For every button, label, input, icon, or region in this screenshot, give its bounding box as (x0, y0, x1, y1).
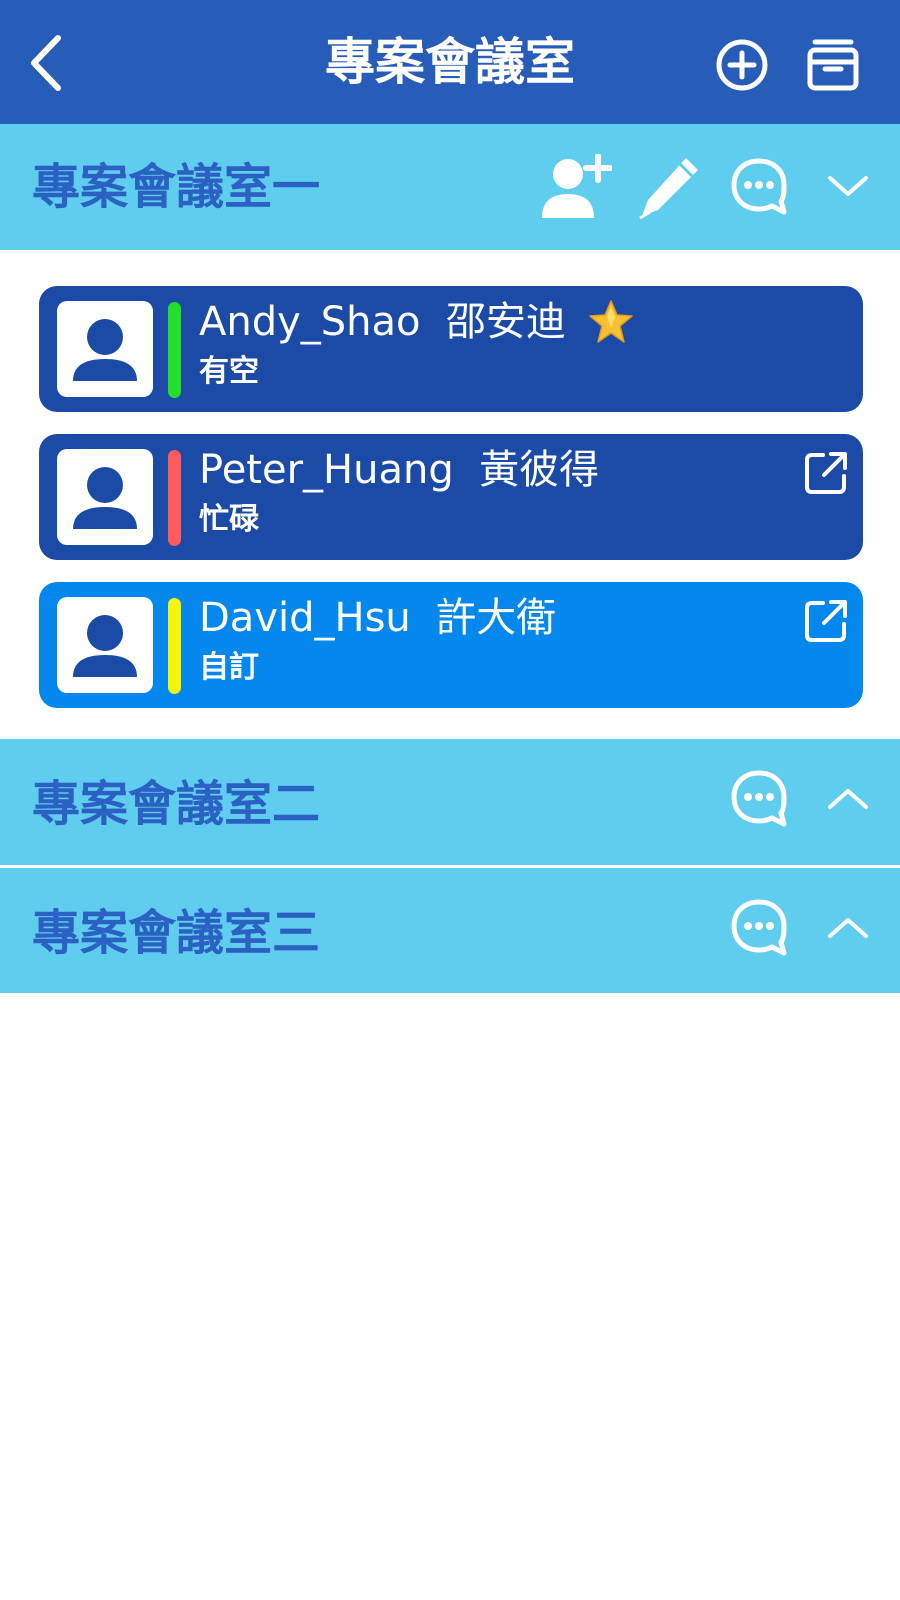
member-name: Andy_Shao 邵安迪 (199, 299, 566, 345)
room-group-header[interactable]: 專案會議室三 (0, 867, 900, 993)
external-link-icon[interactable] (803, 598, 849, 644)
star-icon (589, 300, 633, 343)
presence-bar (168, 598, 181, 694)
member-name: Peter_Huang 黃彼得 (199, 447, 600, 493)
room-title: 專案會議室一 (32, 159, 321, 215)
chat-bubble-icon[interactable] (730, 769, 788, 827)
person-icon (73, 319, 137, 381)
add-room-button[interactable] (715, 38, 769, 92)
pencil-icon[interactable] (636, 154, 702, 220)
chevron-up-icon[interactable] (826, 914, 870, 942)
member-card[interactable]: Andy_Shao 邵安迪 有空 (39, 286, 863, 412)
avatar (57, 597, 153, 693)
member-status: 有空 (199, 354, 259, 389)
room-title: 專案會議室三 (32, 905, 321, 961)
add-person-icon[interactable] (540, 154, 612, 220)
member-status: 自訂 (199, 650, 259, 685)
member-card[interactable]: David_Hsu 許大衛 自訂 (39, 582, 863, 708)
member-status: 忙碌 (199, 502, 259, 537)
archive-button[interactable] (806, 38, 860, 92)
presence-bar (168, 450, 181, 546)
room-title: 專案會議室二 (32, 776, 321, 832)
member-name: David_Hsu 許大衛 (199, 595, 557, 641)
external-link-icon[interactable] (803, 450, 849, 496)
person-icon (73, 467, 137, 529)
avatar (57, 301, 153, 397)
member-card[interactable]: Peter_Huang 黃彼得 忙碌 (39, 434, 863, 560)
app-header: 專案會議室 (0, 0, 900, 124)
avatar (57, 449, 153, 545)
chevron-down-icon[interactable] (826, 172, 870, 200)
chat-bubble-icon[interactable] (730, 898, 788, 956)
plus-circle-icon (716, 39, 768, 91)
room-group-header[interactable]: 專案會議室二 (0, 739, 900, 865)
person-icon (73, 615, 137, 677)
presence-bar (168, 302, 181, 398)
room-group-header[interactable]: 專案會議室一 (0, 124, 900, 250)
chat-bubble-icon[interactable] (730, 157, 788, 215)
chevron-up-icon[interactable] (826, 785, 870, 813)
archive-box-icon (807, 39, 859, 91)
